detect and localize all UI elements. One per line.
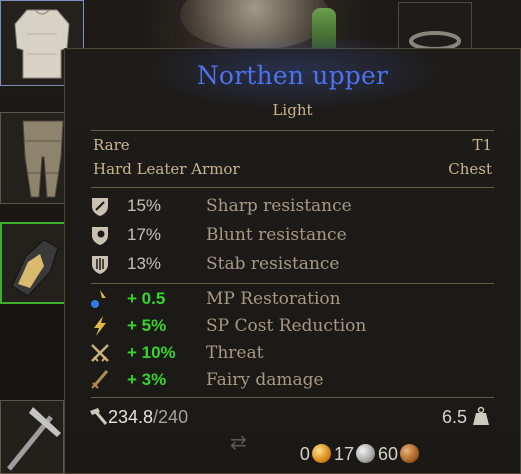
resistance-label: Blunt resistance [206, 225, 347, 245]
bonus-row-fairy-damage: + 3% Fairy damage [89, 367, 489, 395]
item-rarity: Rare [93, 136, 130, 154]
tooltip-footer: 234.8/240 ⇄ 6.5 0 17 60 [65, 394, 520, 474]
bonus-value: + 0.5 [127, 289, 166, 308]
resistance-row-sharp: 15% Sharp resistance [89, 193, 489, 221]
bonus-label: Threat [206, 343, 264, 363]
copper-coin-icon [400, 444, 419, 463]
bonus-value: + 10% [127, 343, 176, 362]
bonus-label: Fairy damage [206, 370, 324, 390]
sharp-shield-icon [92, 198, 108, 216]
item-armor-type: Hard Leater Armor [93, 160, 240, 178]
bonus-value: + 3% [127, 370, 167, 389]
resistance-value: 13% [127, 254, 162, 273]
blunt-shield-icon [92, 227, 108, 245]
resistance-label: Stab resistance [206, 254, 340, 274]
item-tooltip: Northen upper Light Rare T1 Hard Leater … [64, 39, 521, 474]
durability-max: /240 [153, 407, 189, 427]
divider [91, 130, 494, 131]
copper-amount: 60 [377, 444, 398, 464]
durability-current: 234.8 [108, 407, 154, 427]
glove-icon [11, 239, 59, 297]
resistance-label: Sharp resistance [206, 196, 352, 216]
resistance-value: 15% [127, 196, 162, 215]
item-slot: Chest [448, 160, 492, 178]
item-name: Northen upper [196, 61, 389, 90]
bonus-label: SP Cost Reduction [206, 316, 367, 336]
hammer-icon [90, 408, 108, 425]
bonus-row-sp-cost: + 5% SP Cost Reduction [89, 313, 489, 341]
equipment-slot-tool[interactable] [0, 400, 64, 474]
pickaxe-icon [7, 407, 61, 471]
equipment-slot-hands[interactable] [0, 222, 66, 304]
fairy-sword-icon [91, 370, 109, 389]
silver-amount: 17 [333, 444, 354, 464]
bonus-value: + 5% [127, 316, 167, 335]
weight-icon [473, 406, 489, 425]
gold-amount: 0 [299, 444, 310, 464]
silver-coin-icon [355, 444, 375, 463]
weight-value: 6.5 [441, 407, 467, 427]
swap-icon: ⇄ [230, 430, 247, 454]
resistance-row-stab: 13% Stab resistance [89, 251, 489, 279]
bonus-row-mp: + 0.5 MP Restoration [89, 286, 489, 314]
mp-restoration-icon [91, 290, 106, 308]
item-price: 0 17 60 [300, 444, 422, 465]
bonus-row-threat: + 10% Threat [89, 340, 489, 368]
item-weight-class: Light [272, 101, 313, 119]
bonus-label: MP Restoration [206, 289, 341, 309]
item-tier: T1 [472, 136, 492, 154]
divider [91, 283, 494, 284]
item-weight: 6.5 [442, 406, 490, 428]
stab-shield-icon [92, 256, 108, 274]
divider [91, 187, 494, 188]
resistance-row-blunt: 17% Blunt resistance [89, 222, 489, 250]
lightning-icon [94, 316, 106, 336]
rarity-row: Rare T1 [93, 136, 492, 158]
gold-coin-icon [311, 444, 331, 463]
crossed-swords-icon [91, 344, 109, 362]
durability: 234.8/240 [88, 406, 188, 428]
resistance-value: 17% [127, 225, 162, 244]
type-row: Hard Leater Armor Chest [93, 160, 492, 182]
